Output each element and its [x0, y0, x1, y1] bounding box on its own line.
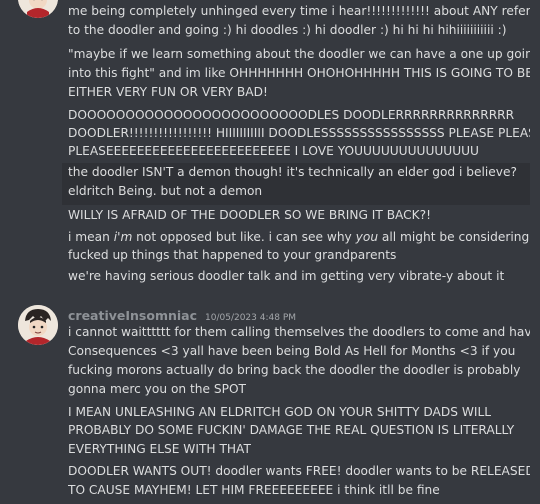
message-line: TO CAUSE MAYHEM! LET HIM FREEEEEEEEE i t… — [68, 483, 440, 497]
message-line: DOODLER WANTS OUT! doodler wants FREE! d… — [68, 464, 530, 478]
message-line: fucking morons actually do bring back th… — [68, 363, 521, 377]
message-line: into this fight" and im like OHHHHHHH OH… — [68, 66, 530, 80]
message-line-hovered: the doodler ISN'T a demon though! it's t… — [62, 163, 530, 205]
username[interactable]: creativeInsomniac — [68, 308, 197, 323]
avatar-icon — [18, 305, 58, 345]
text-segment: all might be considering the — [381, 230, 530, 244]
text-segment: i mean — [68, 230, 114, 244]
message-line: fucked up things that happened to your g… — [68, 248, 397, 262]
message-line: i mean i'm not opposed but like. i can s… — [68, 228, 530, 247]
message-line: PLEASEEEEEEEEEEEEEEEEEEEEEEEE I LOVE YOU… — [68, 144, 479, 158]
text-segment: not opposed but like. i can see why — [132, 230, 356, 244]
emphasis-text: you — [355, 230, 379, 244]
message-line: WILLY IS AFRAID OF THE DOODLER SO WE BRI… — [68, 208, 432, 222]
message-line: "maybe if we learn something about the d… — [68, 47, 530, 61]
message-line: EVERYTHING ELSE WITH THAT — [68, 442, 251, 456]
message-line: i cannot waitttttt for them calling them… — [68, 325, 530, 339]
message-line: the doodler ISN'T a demon though! it's t… — [68, 165, 517, 179]
message-line: I MEAN UNLEASHING AN ELDRITCH GOD ON YOU… — [68, 405, 492, 419]
message-line: eldritch Being. but not a demon — [68, 184, 263, 198]
message-line: me being completely unhinged every time … — [68, 4, 530, 18]
user-avatar[interactable] — [18, 305, 58, 345]
emphasis-text: i'm — [113, 230, 133, 244]
message-line: DOOOOOOOOOOOOOOOOOOOOOOOODLES DOODLERRRR… — [68, 108, 515, 122]
message-line: DOODLER!!!!!!!!!!!!!!!!! HIIIIIIIIIII DO… — [68, 126, 530, 140]
message-header: creativeInsomniac 10/05/2023 4:48 PM — [68, 306, 296, 324]
message-line: Consequences <3 yall have been being Bol… — [68, 344, 516, 358]
avatar-icon — [18, 0, 58, 18]
message-line: to the doodler and going :) hi doodles :… — [68, 23, 507, 37]
timestamp: 10/05/2023 4:48 PM — [205, 313, 297, 323]
message-line: PROBABLY DO SOME FUCKIN' DAMAGE THE REAL… — [68, 423, 515, 437]
message-line: we're having serious doodler talk and im… — [68, 269, 505, 283]
chat-messages: me being completely unhinged every time … — [0, 0, 540, 504]
user-avatar[interactable] — [18, 0, 58, 18]
message-line: gonna merc you on the SPOT — [68, 382, 246, 396]
message-line: EITHER VERY FUN OR VERY BAD! — [68, 85, 268, 99]
